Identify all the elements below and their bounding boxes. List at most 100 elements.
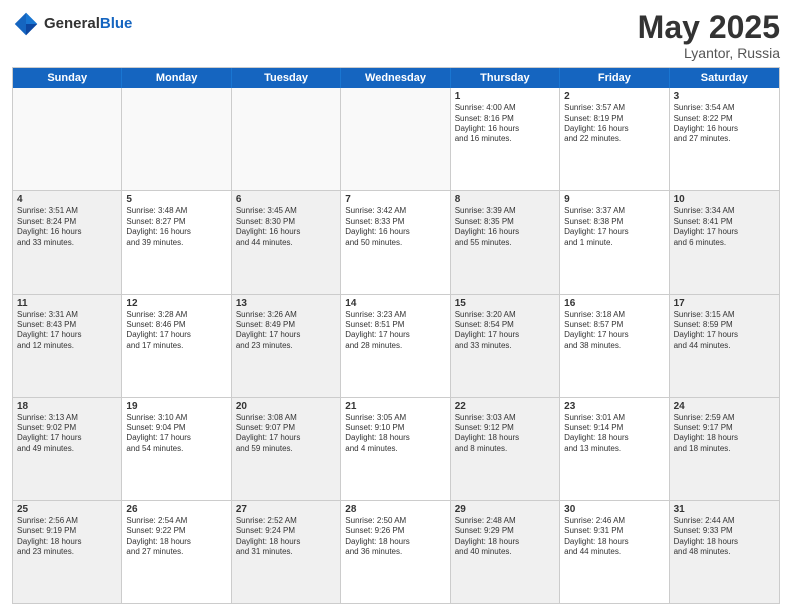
day-number-8: 8 [455, 194, 555, 205]
cell-text-2-4: Sunrise: 3:20 AM Sunset: 8:54 PM Dayligh… [455, 310, 555, 352]
cell-text-0-4: Sunrise: 4:00 AM Sunset: 8:16 PM Dayligh… [455, 103, 555, 145]
cal-cell-3-4: 22Sunrise: 3:03 AM Sunset: 9:12 PM Dayli… [451, 398, 560, 500]
cal-cell-3-5: 23Sunrise: 3:01 AM Sunset: 9:14 PM Dayli… [560, 398, 669, 500]
day-number-17: 17 [674, 298, 775, 309]
cal-cell-2-5: 16Sunrise: 3:18 AM Sunset: 8:57 PM Dayli… [560, 295, 669, 397]
cal-cell-2-1: 12Sunrise: 3:28 AM Sunset: 8:46 PM Dayli… [122, 295, 231, 397]
day-number-24: 24 [674, 401, 775, 412]
cal-cell-3-0: 18Sunrise: 3:13 AM Sunset: 9:02 PM Dayli… [13, 398, 122, 500]
cal-cell-2-2: 13Sunrise: 3:26 AM Sunset: 8:49 PM Dayli… [232, 295, 341, 397]
cal-cell-4-0: 25Sunrise: 2:56 AM Sunset: 9:19 PM Dayli… [13, 501, 122, 603]
day-number-5: 5 [126, 194, 226, 205]
day-number-19: 19 [126, 401, 226, 412]
day-number-27: 27 [236, 504, 336, 515]
day-number-23: 23 [564, 401, 664, 412]
day-number-22: 22 [455, 401, 555, 412]
cal-cell-4-3: 28Sunrise: 2:50 AM Sunset: 9:26 PM Dayli… [341, 501, 450, 603]
cal-cell-1-6: 10Sunrise: 3:34 AM Sunset: 8:41 PM Dayli… [670, 191, 779, 293]
logo: GeneralBlue [12, 10, 132, 38]
day-number-11: 11 [17, 298, 117, 309]
day-number-29: 29 [455, 504, 555, 515]
title-block: May 2025 Lyantor, Russia [638, 10, 780, 61]
cell-text-3-4: Sunrise: 3:03 AM Sunset: 9:12 PM Dayligh… [455, 413, 555, 455]
cell-text-4-5: Sunrise: 2:46 AM Sunset: 9:31 PM Dayligh… [564, 516, 664, 558]
cal-cell-4-2: 27Sunrise: 2:52 AM Sunset: 9:24 PM Dayli… [232, 501, 341, 603]
day-number-18: 18 [17, 401, 117, 412]
day-number-20: 20 [236, 401, 336, 412]
day-number-28: 28 [345, 504, 445, 515]
header-sunday: Sunday [13, 68, 122, 88]
header-tuesday: Tuesday [232, 68, 341, 88]
cal-cell-1-4: 8Sunrise: 3:39 AM Sunset: 8:35 PM Daylig… [451, 191, 560, 293]
cal-cell-1-2: 6Sunrise: 3:45 AM Sunset: 8:30 PM Daylig… [232, 191, 341, 293]
day-number-21: 21 [345, 401, 445, 412]
cell-text-2-6: Sunrise: 3:15 AM Sunset: 8:59 PM Dayligh… [674, 310, 775, 352]
day-number-30: 30 [564, 504, 664, 515]
cal-cell-0-0 [13, 88, 122, 190]
day-number-15: 15 [455, 298, 555, 309]
cal-cell-4-4: 29Sunrise: 2:48 AM Sunset: 9:29 PM Dayli… [451, 501, 560, 603]
cell-text-3-0: Sunrise: 3:13 AM Sunset: 9:02 PM Dayligh… [17, 413, 117, 455]
logo-text: GeneralBlue [44, 15, 132, 33]
day-number-7: 7 [345, 194, 445, 205]
header-saturday: Saturday [670, 68, 779, 88]
page: GeneralBlue May 2025 Lyantor, Russia Sun… [0, 0, 792, 612]
day-number-4: 4 [17, 194, 117, 205]
cal-cell-0-1 [122, 88, 231, 190]
cal-cell-1-0: 4Sunrise: 3:51 AM Sunset: 8:24 PM Daylig… [13, 191, 122, 293]
cal-cell-2-4: 15Sunrise: 3:20 AM Sunset: 8:54 PM Dayli… [451, 295, 560, 397]
cell-text-2-0: Sunrise: 3:31 AM Sunset: 8:43 PM Dayligh… [17, 310, 117, 352]
cal-cell-2-6: 17Sunrise: 3:15 AM Sunset: 8:59 PM Dayli… [670, 295, 779, 397]
logo-general: General [44, 15, 100, 32]
cell-text-1-2: Sunrise: 3:45 AM Sunset: 8:30 PM Dayligh… [236, 206, 336, 248]
cal-cell-0-6: 3Sunrise: 3:54 AM Sunset: 8:22 PM Daylig… [670, 88, 779, 190]
cell-text-2-2: Sunrise: 3:26 AM Sunset: 8:49 PM Dayligh… [236, 310, 336, 352]
cal-row-3: 18Sunrise: 3:13 AM Sunset: 9:02 PM Dayli… [13, 398, 779, 501]
cal-cell-4-5: 30Sunrise: 2:46 AM Sunset: 9:31 PM Dayli… [560, 501, 669, 603]
day-number-1: 1 [455, 91, 555, 102]
cal-cell-0-4: 1Sunrise: 4:00 AM Sunset: 8:16 PM Daylig… [451, 88, 560, 190]
header-wednesday: Wednesday [341, 68, 450, 88]
cell-text-2-1: Sunrise: 3:28 AM Sunset: 8:46 PM Dayligh… [126, 310, 226, 352]
logo-icon [12, 10, 40, 38]
day-number-25: 25 [17, 504, 117, 515]
cell-text-4-0: Sunrise: 2:56 AM Sunset: 9:19 PM Dayligh… [17, 516, 117, 558]
day-number-13: 13 [236, 298, 336, 309]
cell-text-4-6: Sunrise: 2:44 AM Sunset: 9:33 PM Dayligh… [674, 516, 775, 558]
cal-cell-0-2 [232, 88, 341, 190]
cal-row-1: 4Sunrise: 3:51 AM Sunset: 8:24 PM Daylig… [13, 191, 779, 294]
cell-text-1-3: Sunrise: 3:42 AM Sunset: 8:33 PM Dayligh… [345, 206, 445, 248]
cal-cell-3-3: 21Sunrise: 3:05 AM Sunset: 9:10 PM Dayli… [341, 398, 450, 500]
day-number-3: 3 [674, 91, 775, 102]
cell-text-1-1: Sunrise: 3:48 AM Sunset: 8:27 PM Dayligh… [126, 206, 226, 248]
cell-text-1-4: Sunrise: 3:39 AM Sunset: 8:35 PM Dayligh… [455, 206, 555, 248]
cal-cell-3-6: 24Sunrise: 2:59 AM Sunset: 9:17 PM Dayli… [670, 398, 779, 500]
cal-cell-3-1: 19Sunrise: 3:10 AM Sunset: 9:04 PM Dayli… [122, 398, 231, 500]
header-thursday: Thursday [451, 68, 560, 88]
cell-text-4-4: Sunrise: 2:48 AM Sunset: 9:29 PM Dayligh… [455, 516, 555, 558]
day-number-6: 6 [236, 194, 336, 205]
cell-text-0-6: Sunrise: 3:54 AM Sunset: 8:22 PM Dayligh… [674, 103, 775, 145]
cell-text-2-3: Sunrise: 3:23 AM Sunset: 8:51 PM Dayligh… [345, 310, 445, 352]
header-monday: Monday [122, 68, 231, 88]
logo-blue: Blue [100, 15, 133, 32]
cell-text-4-3: Sunrise: 2:50 AM Sunset: 9:26 PM Dayligh… [345, 516, 445, 558]
cell-text-3-2: Sunrise: 3:08 AM Sunset: 9:07 PM Dayligh… [236, 413, 336, 455]
calendar: Sunday Monday Tuesday Wednesday Thursday… [12, 67, 780, 604]
cell-text-3-3: Sunrise: 3:05 AM Sunset: 9:10 PM Dayligh… [345, 413, 445, 455]
cal-row-0: 1Sunrise: 4:00 AM Sunset: 8:16 PM Daylig… [13, 88, 779, 191]
cell-text-3-5: Sunrise: 3:01 AM Sunset: 9:14 PM Dayligh… [564, 413, 664, 455]
calendar-body: 1Sunrise: 4:00 AM Sunset: 8:16 PM Daylig… [13, 88, 779, 603]
cell-text-1-5: Sunrise: 3:37 AM Sunset: 8:38 PM Dayligh… [564, 206, 664, 248]
cal-cell-0-3 [341, 88, 450, 190]
cell-text-4-2: Sunrise: 2:52 AM Sunset: 9:24 PM Dayligh… [236, 516, 336, 558]
cell-text-1-0: Sunrise: 3:51 AM Sunset: 8:24 PM Dayligh… [17, 206, 117, 248]
cal-cell-4-6: 31Sunrise: 2:44 AM Sunset: 9:33 PM Dayli… [670, 501, 779, 603]
day-number-2: 2 [564, 91, 664, 102]
cell-text-3-1: Sunrise: 3:10 AM Sunset: 9:04 PM Dayligh… [126, 413, 226, 455]
day-number-14: 14 [345, 298, 445, 309]
header-friday: Friday [560, 68, 669, 88]
day-number-26: 26 [126, 504, 226, 515]
cal-cell-1-1: 5Sunrise: 3:48 AM Sunset: 8:27 PM Daylig… [122, 191, 231, 293]
header: GeneralBlue May 2025 Lyantor, Russia [12, 10, 780, 61]
